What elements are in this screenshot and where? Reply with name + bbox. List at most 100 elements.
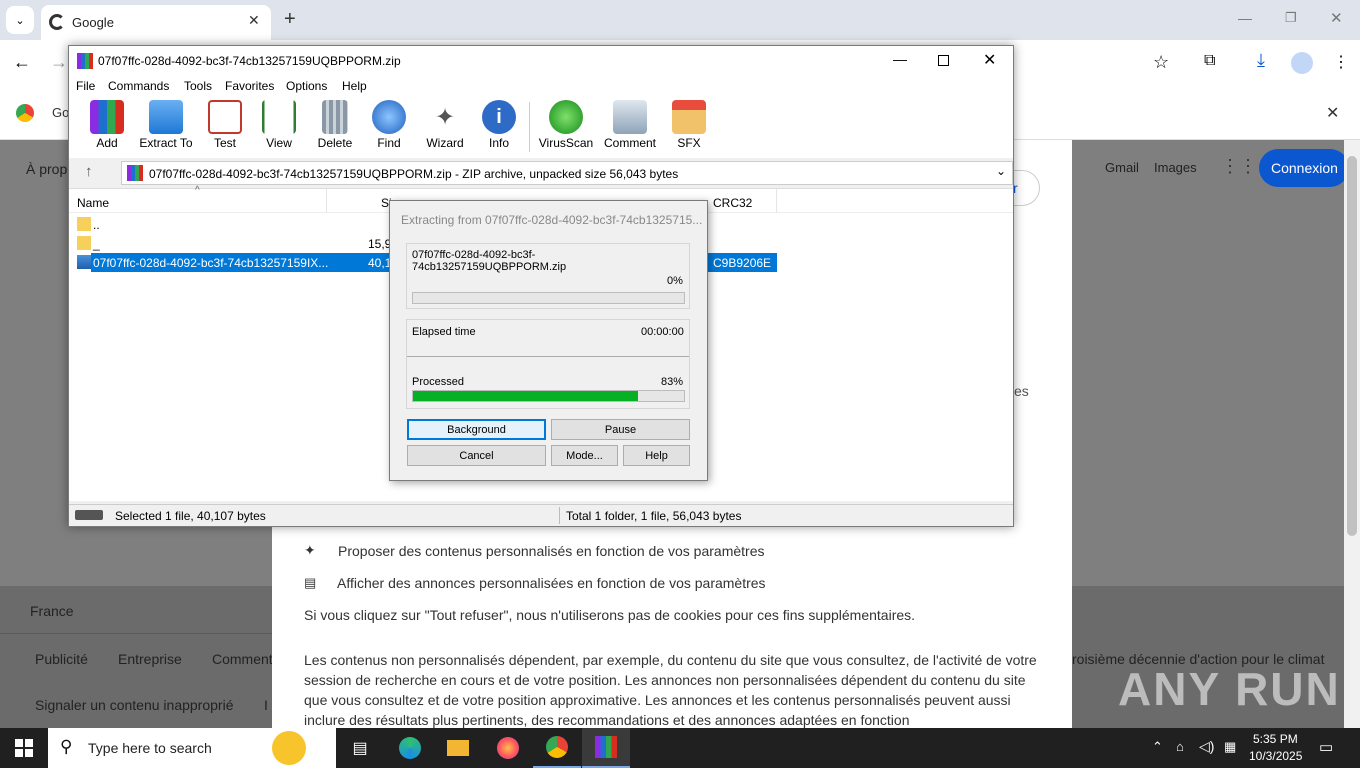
row-name: 07f07ffc-028d-4092-bc3f-74cb13257159IX..… xyxy=(93,256,329,270)
taskbar-search-placeholder: Type here to search xyxy=(88,740,212,756)
row-name: _ xyxy=(93,237,100,251)
footer-link-business[interactable]: Entreprise xyxy=(118,651,182,667)
extract-title[interactable]: Extracting from 07f07ffc-028d-4092-bc3f-… xyxy=(401,213,702,227)
infobar-close-icon[interactable]: ✕ xyxy=(1326,103,1339,123)
winrar-address-bar: ↑ 07f07ffc-028d-4092-bc3f-74cb13257159UQ… xyxy=(69,158,1013,188)
background-button[interactable]: Background xyxy=(407,419,546,440)
status-selected: Selected 1 file, 40,107 bytes xyxy=(115,509,266,523)
clock-date[interactable]: 10/3/2025 xyxy=(1249,749,1302,763)
footer-left: France Publicité Entreprise Comment Sign… xyxy=(0,586,273,728)
ad-icon: ▤ xyxy=(304,575,317,590)
tool-view[interactable]: View xyxy=(247,100,311,156)
tool-sfx[interactable]: SFX xyxy=(657,100,721,156)
processed-label: Processed xyxy=(412,376,464,388)
row-name: .. xyxy=(93,218,100,232)
network-icon[interactable]: ⌂ xyxy=(1176,739,1184,754)
dropdown-chevron-icon[interactable]: ⌄ xyxy=(996,164,1006,178)
footer-link-report[interactable]: Signaler un contenu inapproprié xyxy=(35,697,233,713)
footer-link-how[interactable]: Comment xyxy=(212,651,273,667)
file-explorer-icon[interactable] xyxy=(434,728,482,768)
refuse-note: Si vous cliquez sur "Tout refuser", nous… xyxy=(304,607,916,623)
forward-icon[interactable]: → xyxy=(50,52,68,73)
folder-icon xyxy=(77,236,91,250)
file-progress-bar xyxy=(412,292,685,304)
extract-progress-dialog: Extracting from 07f07ffc-028d-4092-bc3f-… xyxy=(389,200,708,481)
start-button[interactable] xyxy=(0,728,48,768)
images-link[interactable]: Images xyxy=(1154,160,1197,175)
footer-link-ads[interactable]: Publicité xyxy=(35,651,88,667)
elapsed-value: 00:00:00 xyxy=(641,326,684,338)
tab-close-icon[interactable]: ✕ xyxy=(248,12,260,29)
archive-path-combo[interactable]: 07f07ffc-028d-4092-bc3f-74cb13257159UQBP… xyxy=(121,161,1013,185)
elapsed-label: Elapsed time xyxy=(412,326,476,338)
menu-kebab-icon[interactable]: ⋮ xyxy=(1333,52,1349,72)
menu-file[interactable]: File xyxy=(76,79,95,93)
about-link[interactable]: À prop xyxy=(26,161,67,177)
notifications-icon[interactable]: ▭ xyxy=(1319,738,1333,756)
new-tab-icon[interactable]: + xyxy=(284,8,296,31)
window-close-icon[interactable]: ✕ xyxy=(1330,9,1343,27)
footer-link-partial[interactable]: I xyxy=(264,697,268,713)
archive-icon xyxy=(127,165,143,181)
edge-icon[interactable] xyxy=(386,728,434,768)
winrar-minimize-icon[interactable]: — xyxy=(893,51,907,67)
back-icon[interactable]: ← xyxy=(13,52,31,73)
help-button[interactable]: Help xyxy=(623,445,690,466)
clock-time[interactable]: 5:35 PM xyxy=(1253,732,1298,746)
tool-comment[interactable]: Comment xyxy=(598,100,662,156)
winrar-app-icon xyxy=(77,53,93,69)
apps-grid-icon[interactable]: ⋮⋮ xyxy=(1221,156,1257,177)
browser-tab[interactable]: Google ✕ xyxy=(41,5,271,40)
scrollbar-thumb[interactable] xyxy=(1347,156,1357,536)
menu-commands[interactable]: Commands xyxy=(108,79,169,93)
sun-emoji-icon xyxy=(272,731,306,765)
mode-button[interactable]: Mode... xyxy=(551,445,618,466)
signin-button[interactable]: Connexion xyxy=(1259,149,1349,187)
col-crc[interactable]: CRC32 xyxy=(713,196,752,210)
taskbar-search-box[interactable]: ⚲ Type here to search xyxy=(48,728,336,768)
menu-options[interactable]: Options xyxy=(286,79,327,93)
archive-books-icon xyxy=(90,100,124,134)
tool-virusscan[interactable]: VirusScan xyxy=(534,100,598,156)
winrar-maximize-icon[interactable] xyxy=(938,55,949,66)
task-view-icon[interactable]: ▤ xyxy=(336,728,384,768)
cancel-button[interactable]: Cancel xyxy=(407,445,546,466)
trash-icon xyxy=(322,100,348,134)
winrar-close-icon[interactable]: ✕ xyxy=(983,50,996,70)
downloads-icon[interactable]: ⤓ xyxy=(1257,50,1265,71)
menu-favorites[interactable]: Favorites xyxy=(225,79,274,93)
drive-icon xyxy=(75,510,103,520)
extensions-icon[interactable]: ⧉ xyxy=(1204,52,1215,70)
winrar-title: 07f07ffc-028d-4092-bc3f-74cb13257159UQBP… xyxy=(98,54,401,68)
file-icon xyxy=(77,255,91,269)
tab-search-button[interactable]: ⌄ xyxy=(6,6,34,34)
restore-icon[interactable]: ❐ xyxy=(1285,10,1297,26)
tool-info[interactable]: i Info xyxy=(467,100,531,156)
winrar-titlebar[interactable]: 07f07ffc-028d-4092-bc3f-74cb13257159UQBP… xyxy=(69,46,1013,76)
tool-add[interactable]: Add xyxy=(75,100,139,156)
windows-taskbar: ⚲ Type here to search ▤ ⌃ ⌂ ◁) ▦ 5:35 PM… xyxy=(0,728,1360,768)
infobar-text: Go xyxy=(52,105,70,120)
pause-button[interactable]: Pause xyxy=(551,419,690,440)
up-arrow-icon[interactable]: ↑ xyxy=(85,163,93,180)
col-name[interactable]: Name xyxy=(77,196,109,210)
tool-find[interactable]: Find xyxy=(357,100,421,156)
folder-icon xyxy=(77,217,91,231)
gmail-link[interactable]: Gmail xyxy=(1105,160,1139,175)
firefox-icon[interactable] xyxy=(484,728,532,768)
winrar-taskbar-icon[interactable] xyxy=(582,728,630,768)
volume-icon[interactable]: ◁) xyxy=(1199,738,1214,755)
anyrun-watermark: ANY RUN xyxy=(1118,663,1341,715)
sfx-box-icon xyxy=(672,100,706,134)
profile-avatar-icon[interactable] xyxy=(1291,52,1313,74)
chrome-taskbar-icon[interactable] xyxy=(533,728,581,768)
bookmark-star-icon[interactable]: ☆ xyxy=(1153,52,1169,73)
keyboard-icon[interactable]: ▦ xyxy=(1224,739,1236,755)
menu-help[interactable]: Help xyxy=(342,79,367,93)
menu-tools[interactable]: Tools xyxy=(184,79,212,93)
extract-file: 07f07ffc-028d-4092-bc3f-74cb13257159UQBP… xyxy=(412,249,567,273)
time-group: Elapsed time 00:00:00 Processed 83% xyxy=(406,319,690,409)
tool-extract-to[interactable]: Extract To xyxy=(133,100,199,156)
minimize-icon[interactable]: — xyxy=(1238,10,1252,26)
tray-chevron-icon[interactable]: ⌃ xyxy=(1152,739,1163,755)
